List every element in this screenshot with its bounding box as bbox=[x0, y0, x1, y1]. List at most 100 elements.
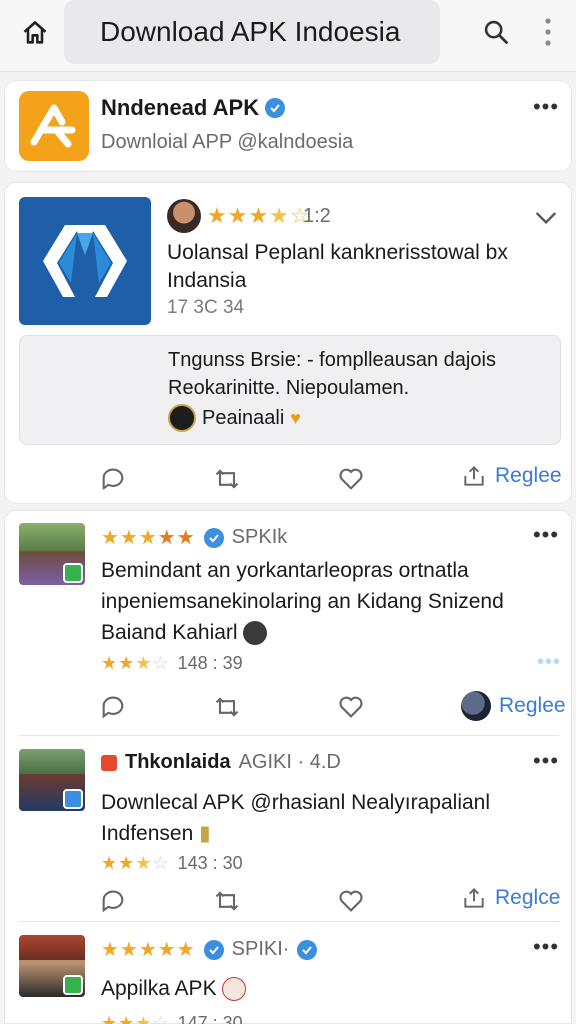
post-rating: ★★★☆ 147 : 30 bbox=[101, 1013, 243, 1024]
channel-subtitle: Downloial APP @kalndoesia bbox=[101, 131, 354, 153]
post-actions: Reglee bbox=[5, 687, 573, 727]
post-body: Appilka APK bbox=[101, 973, 553, 1004]
app-logo-icon bbox=[43, 225, 127, 297]
verified-icon bbox=[203, 527, 224, 548]
apk-logo-icon bbox=[30, 104, 76, 148]
author-avatar[interactable] bbox=[167, 199, 201, 233]
repost-button[interactable] bbox=[207, 459, 247, 499]
rating-value: 143 : 30 bbox=[177, 853, 243, 873]
search-icon bbox=[484, 20, 508, 44]
quoted-author-name: Peainaali bbox=[202, 406, 285, 429]
reply-icon bbox=[102, 890, 124, 913]
heart-icon bbox=[339, 890, 363, 912]
share-button[interactable]: Reglce bbox=[461, 885, 560, 911]
app-mark-icon bbox=[101, 754, 117, 771]
featured-post-actions: Reglee bbox=[5, 459, 573, 499]
rating-stars: ★★★☆ bbox=[101, 653, 170, 673]
share-label: Reglee bbox=[499, 694, 566, 717]
share-label: Reglce bbox=[495, 886, 561, 909]
home-icon bbox=[23, 21, 47, 44]
reply-icon bbox=[102, 468, 124, 490]
verified-icon bbox=[265, 98, 286, 118]
featured-post-title: Uolansal Peplanl kanknerisstowal bx Inda… bbox=[167, 241, 508, 292]
share-button[interactable]: Reglee bbox=[461, 463, 562, 489]
rating-stars: ★★★★★ bbox=[101, 527, 196, 549]
rating-count: 1:2 bbox=[303, 205, 331, 227]
reply-button[interactable] bbox=[93, 459, 133, 499]
post-avatar[interactable] bbox=[19, 523, 85, 585]
share-button[interactable]: Reglee bbox=[461, 691, 566, 721]
channel-name-text: Nndenead APK bbox=[101, 95, 260, 120]
overflow-menu-button[interactable] bbox=[536, 14, 560, 50]
post-more-button[interactable]: ••• bbox=[531, 934, 561, 959]
chevron-down-icon bbox=[536, 212, 556, 225]
app-badge-icon bbox=[63, 789, 83, 809]
share-icon bbox=[464, 887, 484, 908]
repost-icon bbox=[215, 469, 239, 489]
reply-button[interactable] bbox=[93, 687, 133, 727]
post-more-button[interactable]: ••• bbox=[531, 748, 561, 773]
heart-icon bbox=[339, 468, 363, 490]
featured-post-meta: 17 3C 34 bbox=[167, 297, 245, 318]
app-badge-icon bbox=[63, 563, 83, 583]
search-text: Download APK Indoesia bbox=[100, 16, 401, 47]
post-header: ★★★★★ SPIKI· bbox=[101, 937, 318, 962]
heart-icon bbox=[339, 696, 363, 718]
post-header: Thkonlaida AGIKI · 4.D bbox=[101, 751, 341, 774]
more-horizontal-icon: ••• bbox=[532, 94, 560, 119]
app-logo[interactable] bbox=[19, 91, 89, 161]
channel-header-card: Nndenead APK Downloial APP @kalndoesia •… bbox=[4, 80, 572, 172]
verified-icon bbox=[297, 939, 318, 960]
post-author: Thkonlaida bbox=[125, 751, 231, 773]
post-body: Downlecal APK @rhasianl Nealyırapalianl … bbox=[101, 787, 553, 849]
rating-stars: ★★★★☆ bbox=[207, 203, 311, 228]
post-rating: ★★★☆ 148 : 39 bbox=[101, 653, 243, 674]
share-icon bbox=[464, 465, 484, 486]
repost-icon bbox=[215, 891, 239, 911]
more-horizontal-icon: ••• bbox=[532, 748, 560, 773]
post-avatar[interactable] bbox=[19, 935, 85, 997]
channel-name: Nndenead APK bbox=[101, 95, 286, 121]
more-vertical-icon bbox=[545, 18, 551, 46]
like-button[interactable] bbox=[331, 881, 371, 921]
emoji-icon bbox=[243, 621, 268, 646]
app-badge-icon bbox=[63, 975, 83, 995]
featured-app-thumbnail[interactable] bbox=[19, 197, 151, 325]
reply-icon bbox=[102, 696, 124, 719]
divider bbox=[19, 735, 559, 736]
post-handle: AGIKI · 4.D bbox=[238, 751, 341, 773]
like-button[interactable] bbox=[331, 459, 371, 499]
rating-stars: ★★★★★ bbox=[101, 939, 196, 961]
rating-value: 147 : 30 bbox=[177, 1013, 243, 1024]
quoted-post[interactable]: Tngunss Brsie: - fomplleausan dajois Reo… bbox=[19, 335, 561, 445]
reply-button[interactable] bbox=[93, 881, 133, 921]
verified-icon bbox=[203, 939, 224, 960]
more-horizontal-icon: ••• bbox=[532, 934, 560, 959]
repost-button[interactable] bbox=[207, 881, 247, 921]
post-body-text: Bemindant an yorkantarleopras ortnatla i… bbox=[101, 559, 504, 644]
search-field[interactable]: Download APK Indoesia bbox=[64, 0, 440, 64]
repost-icon bbox=[215, 697, 239, 717]
repost-button[interactable] bbox=[207, 687, 247, 727]
heart-emoji-icon: ♥ bbox=[290, 407, 301, 428]
header-more-button[interactable]: ••• bbox=[531, 94, 561, 119]
featured-post-card: ★★★★☆ 1:2 Uolansal Peplanl kanknerisstow… bbox=[4, 182, 572, 504]
rating-value: 148 : 39 bbox=[177, 653, 243, 673]
top-bar: Download APK Indoesia bbox=[0, 0, 576, 72]
home-button[interactable] bbox=[18, 16, 52, 50]
rating-stars: ★★★☆ bbox=[101, 1013, 170, 1024]
post-handle: SPIKI· bbox=[231, 938, 290, 960]
search-button[interactable] bbox=[478, 14, 514, 50]
post-header: ★★★★★ SPKIk bbox=[101, 525, 287, 550]
post-body: Bemindant an yorkantarleopras ortnatla i… bbox=[101, 555, 553, 648]
divider bbox=[19, 921, 559, 922]
more-horizontal-icon: ••• bbox=[532, 522, 560, 547]
expand-button[interactable] bbox=[533, 205, 559, 231]
post-avatar[interactable] bbox=[19, 749, 85, 811]
quoted-author-avatar bbox=[168, 404, 196, 432]
quoted-post-author: Peainaali ♥ bbox=[168, 404, 301, 432]
rating-stars: ★★★☆ bbox=[101, 853, 170, 873]
like-button[interactable] bbox=[331, 687, 371, 727]
loading-dots-icon: ••• bbox=[537, 651, 562, 673]
post-more-button[interactable]: ••• bbox=[531, 522, 561, 547]
